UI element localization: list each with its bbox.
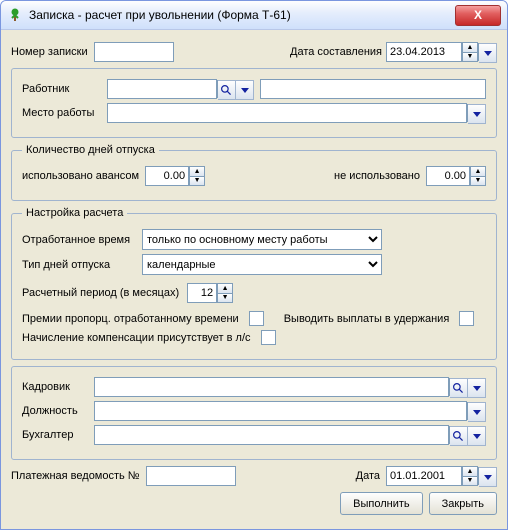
- worker-search-button[interactable]: [218, 80, 236, 100]
- comp-checkbox[interactable]: [261, 330, 276, 345]
- record-number-label: Номер записки: [11, 46, 88, 58]
- creation-date-label: Дата составления: [290, 46, 382, 58]
- window-title: Записка - расчет при увольнении (Форма Т…: [29, 8, 455, 22]
- bonus-label: Премии пропорц. отработанному времени: [22, 313, 239, 325]
- unused-input[interactable]: 0.00: [426, 166, 470, 186]
- workplace-input[interactable]: [107, 103, 467, 123]
- accountant-dropdown-button[interactable]: [468, 426, 486, 446]
- period-input[interactable]: 12: [187, 283, 217, 303]
- signers-group: Кадровик Должность Бухгалтер: [11, 366, 497, 460]
- creation-date-input[interactable]: 23.04.2013: [386, 42, 462, 62]
- kadrovik-input[interactable]: [94, 377, 449, 397]
- chevron-down-icon: [484, 475, 492, 480]
- unused-spinner[interactable]: ▲▼: [470, 166, 486, 186]
- chevron-down-icon: [473, 112, 481, 117]
- chevron-down-icon: [484, 51, 492, 56]
- chevron-down-icon: [241, 88, 249, 93]
- vacation-days-group: Количество дней отпуска использовано ава…: [11, 144, 497, 201]
- bonus-checkbox[interactable]: [249, 311, 264, 326]
- accountant-label: Бухгалтер: [22, 429, 94, 441]
- period-spinner[interactable]: ▲▼: [217, 283, 233, 303]
- used-advance-label: использовано авансом: [22, 170, 139, 182]
- worker-label: Работник: [22, 83, 107, 95]
- search-icon: [220, 84, 233, 97]
- titlebar[interactable]: Записка - расчет при увольнении (Форма Т…: [1, 1, 507, 30]
- kadrovik-dropdown-button[interactable]: [468, 378, 486, 398]
- payroll-label: Платежная ведомость №: [11, 470, 140, 482]
- used-advance-input[interactable]: 0.00: [145, 166, 189, 186]
- execute-button[interactable]: Выполнить: [340, 492, 422, 515]
- deductions-checkbox[interactable]: [459, 311, 474, 326]
- kadrovik-label: Кадровик: [22, 381, 94, 393]
- comp-label: Начисление компенсации присутствует в л/…: [22, 332, 251, 344]
- payroll-input[interactable]: [146, 466, 236, 486]
- used-advance-spinner[interactable]: ▲▼: [189, 166, 205, 186]
- period-label: Расчетный период (в месяцах): [22, 287, 179, 299]
- chevron-down-icon: [473, 410, 481, 415]
- accountant-search-button[interactable]: [450, 426, 468, 446]
- chevron-down-icon: [473, 434, 481, 439]
- calc-settings-legend: Настройка расчета: [22, 207, 127, 219]
- dialog-window: Записка - расчет при увольнении (Форма Т…: [0, 0, 508, 530]
- position-input[interactable]: [94, 401, 467, 421]
- unused-label: не использовано: [334, 170, 420, 182]
- day-type-label: Тип дней отпуска: [22, 259, 142, 271]
- close-form-button[interactable]: Закрыть: [429, 492, 497, 515]
- footer-date-dropdown-button[interactable]: [479, 467, 497, 487]
- search-icon: [452, 430, 465, 443]
- day-type-select[interactable]: календарные: [142, 254, 382, 275]
- accountant-input[interactable]: [94, 425, 449, 445]
- form-body: Номер записки Дата составления 23.04.201…: [1, 30, 507, 529]
- footer-date-input[interactable]: 01.01.2001: [386, 466, 462, 486]
- kadrovik-search-button[interactable]: [450, 378, 468, 398]
- app-icon: [7, 7, 23, 23]
- search-icon: [452, 382, 465, 395]
- calc-settings-group: Настройка расчета Отработанное время тол…: [11, 207, 497, 360]
- worker-dropdown-button[interactable]: [236, 80, 254, 100]
- vacation-days-legend: Количество дней отпуска: [22, 144, 159, 156]
- close-button[interactable]: X: [455, 5, 501, 26]
- record-number-input[interactable]: [94, 42, 174, 62]
- employee-group: Работник Место работы: [11, 68, 497, 138]
- workplace-label: Место работы: [22, 107, 107, 119]
- close-icon: X: [474, 8, 482, 22]
- position-label: Должность: [22, 405, 94, 417]
- worker-name-display[interactable]: [260, 79, 486, 99]
- footer-date-label: Дата: [356, 470, 380, 482]
- position-dropdown-button[interactable]: [468, 402, 486, 422]
- date-dropdown-button[interactable]: [479, 43, 497, 63]
- footer-date-spinner[interactable]: ▲▼: [462, 466, 478, 486]
- worked-time-label: Отработанное время: [22, 234, 142, 246]
- date-spinner[interactable]: ▲▼: [462, 42, 478, 62]
- worker-lookup-input[interactable]: [107, 79, 217, 99]
- chevron-down-icon: [473, 386, 481, 391]
- workplace-dropdown-button[interactable]: [468, 104, 486, 124]
- deductions-label: Выводить выплаты в удержания: [284, 313, 450, 325]
- worked-time-select[interactable]: только по основному месту работы: [142, 229, 382, 250]
